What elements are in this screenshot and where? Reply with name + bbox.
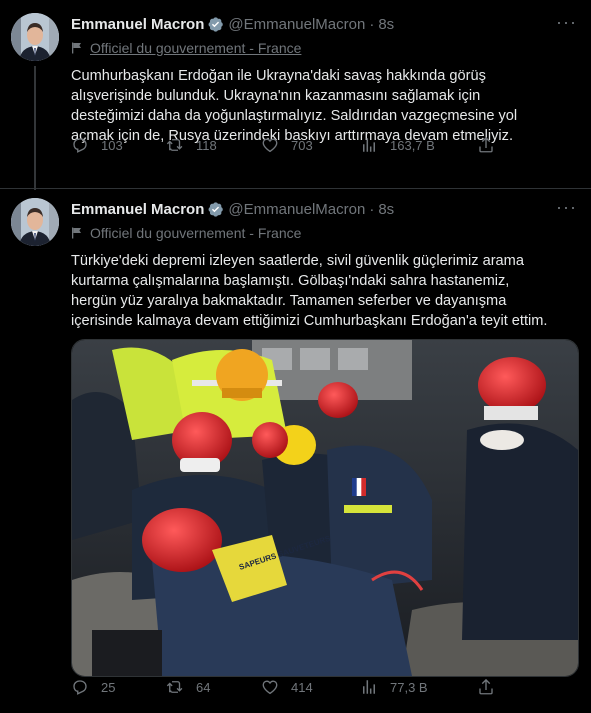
reply-icon (73, 138, 87, 153)
views-count: 163,7 B (390, 137, 435, 153)
tweet-content: Emmanuel Macron @EmmanuelMacron · 8s ···… (71, 198, 577, 331)
views-button[interactable]: 77,3 B (360, 678, 428, 696)
retweet-icon (166, 681, 183, 693)
tweet[interactable]: Emmanuel Macron @EmmanuelMacron · 8s ···… (0, 189, 591, 713)
author-name[interactable]: Emmanuel Macron (71, 201, 204, 218)
views-icon (363, 138, 375, 152)
government-flag-icon (72, 227, 81, 239)
retweet-count: 118 (196, 137, 217, 153)
share-button[interactable] (477, 136, 507, 154)
like-count: 703 (291, 137, 313, 153)
reply-button[interactable]: 103 (71, 136, 123, 154)
tweet-photo[interactable]: SAPEURS SAUVETEURS (71, 339, 579, 677)
tweet-content: Emmanuel Macron @EmmanuelMacron · 8s ···… (71, 13, 577, 146)
author-name[interactable]: Emmanuel Macron (71, 16, 204, 33)
retweet-count: 64 (196, 679, 211, 695)
thread-line (34, 66, 36, 190)
reply-button[interactable]: 25 (71, 678, 115, 696)
retweet-button[interactable]: 118 (166, 136, 217, 154)
verified-badge-icon (208, 201, 224, 217)
timestamp[interactable]: 8s (378, 16, 394, 33)
share-button[interactable] (477, 678, 507, 696)
verified-badge-icon (208, 16, 224, 32)
reply-count: 103 (101, 137, 123, 153)
like-count: 414 (291, 679, 313, 695)
timestamp[interactable]: 8s (378, 201, 394, 218)
government-label-text[interactable]: Officiel du gouvernement - France (90, 225, 301, 241)
more-options-icon[interactable]: ··· (556, 13, 577, 31)
avatar[interactable] (11, 13, 59, 61)
separator: · (369, 15, 375, 33)
government-label[interactable]: Officiel du gouvernement - France (71, 38, 577, 58)
tweet-text: Cumhurbaşkanı Erdoğan ile Ukrayna'daki s… (71, 68, 518, 144)
separator: · (369, 200, 375, 218)
like-icon (262, 680, 278, 695)
retweet-icon (166, 139, 183, 151)
views-count: 77,3 B (390, 679, 428, 695)
government-flag-icon (72, 42, 81, 54)
tweet-header: Emmanuel Macron @EmmanuelMacron · 8s ··· (71, 198, 577, 219)
author-handle[interactable]: @EmmanuelMacron (228, 201, 365, 218)
reply-icon (73, 680, 87, 695)
government-label-text[interactable]: Officiel du gouvernement - France (90, 40, 301, 56)
rescue-photo: SAPEURS SAUVETEURS (72, 340, 578, 676)
retweet-button[interactable]: 64 (166, 678, 210, 696)
more-options-icon[interactable]: ··· (556, 198, 577, 216)
like-button[interactable]: 414 (261, 678, 313, 696)
author-handle[interactable]: @EmmanuelMacron (228, 16, 365, 33)
like-button[interactable]: 703 (261, 136, 313, 154)
share-icon (479, 136, 493, 153)
like-icon (262, 138, 278, 153)
views-icon (363, 680, 375, 694)
tweet-text: Türkiye'deki depremi izleyen saatlerde, … (71, 253, 548, 329)
government-label[interactable]: Officiel du gouvernement - France (71, 223, 577, 243)
tweet[interactable]: Emmanuel Macron @EmmanuelMacron · 8s ···… (0, 0, 591, 190)
reply-count: 25 (101, 679, 116, 695)
views-button[interactable]: 163,7 B (360, 136, 435, 154)
tweet-header: Emmanuel Macron @EmmanuelMacron · 8s ··· (71, 13, 577, 34)
share-icon (479, 678, 493, 695)
avatar[interactable] (11, 198, 59, 246)
